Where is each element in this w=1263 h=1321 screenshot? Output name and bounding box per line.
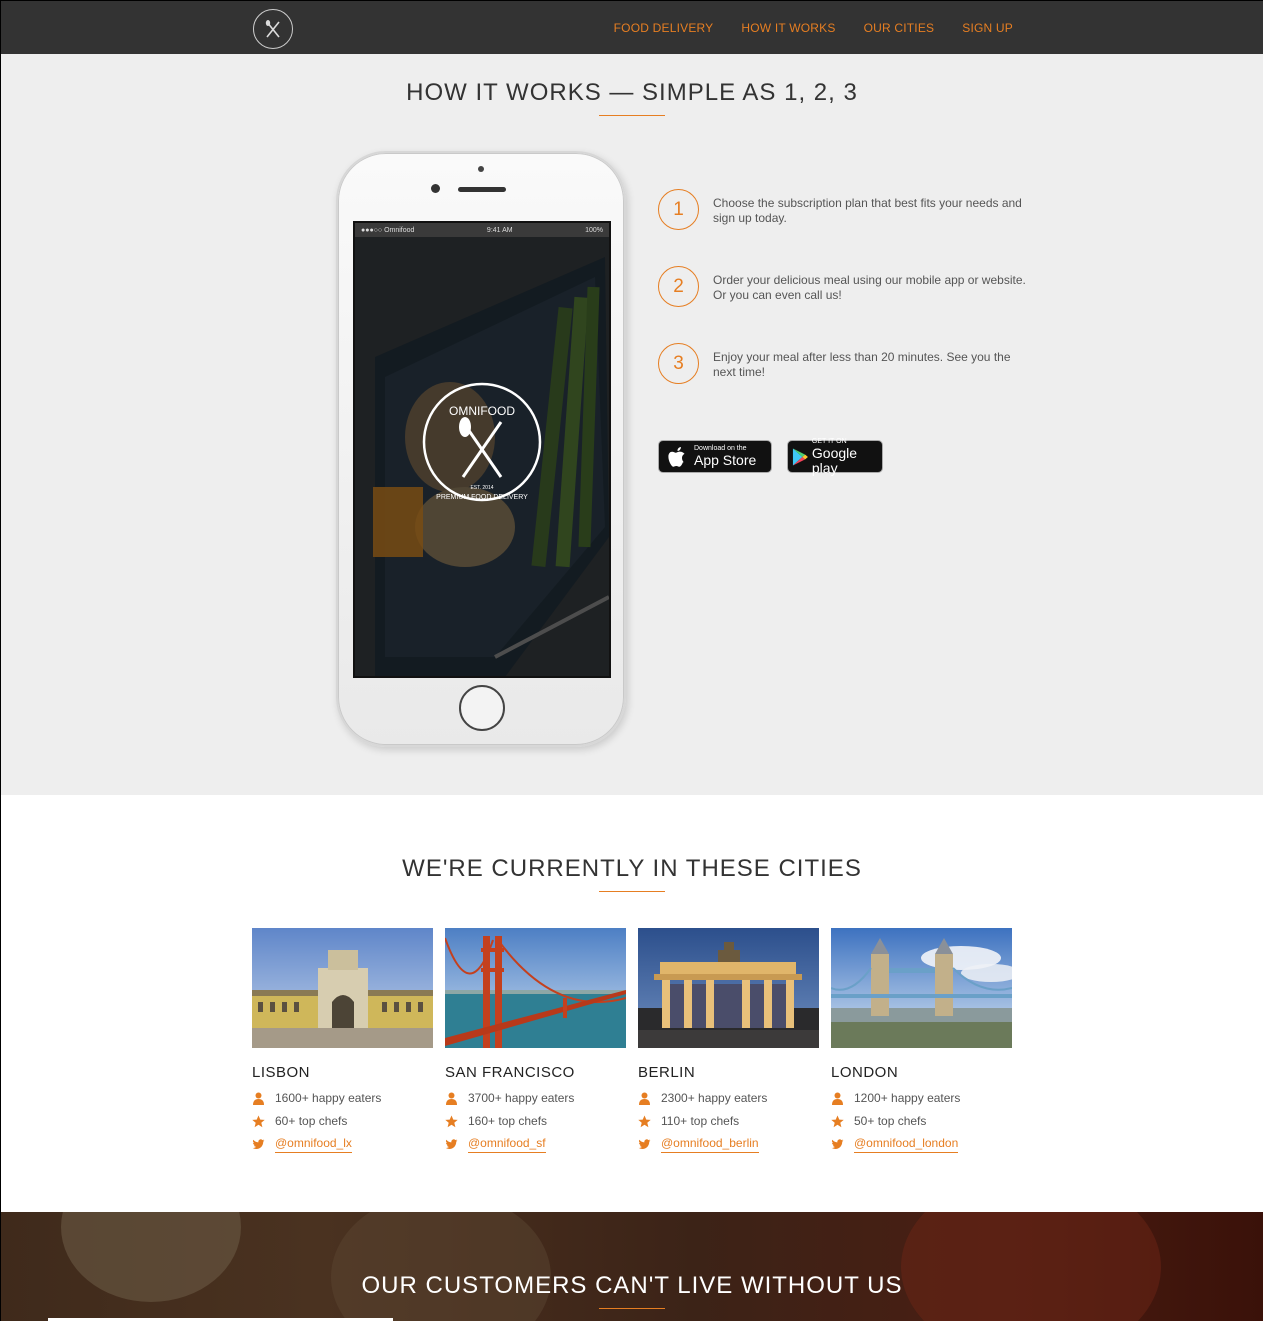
city-eaters: 2300+ happy eaters <box>638 1091 819 1105</box>
nav-link-sign-up[interactable]: SIGN UP <box>962 21 1013 35</box>
title-underline <box>599 115 665 116</box>
person-icon <box>639 1092 650 1105</box>
city-photo-berlin <box>638 928 819 1048</box>
city-eaters: 1200+ happy eaters <box>831 1091 1012 1105</box>
google-play-badge[interactable]: GET IT ON Google play <box>787 438 883 476</box>
splash-tagline-text: PREMIUM FOOD DELIVERY <box>436 494 528 501</box>
how-it-works-section: HOW IT WORKS — SIMPLE AS 1, 2, 3 ●●●○○ O… <box>0 54 1263 795</box>
step-text: Choose the subscription plan that best f… <box>713 196 1022 225</box>
step-number: 1 <box>658 189 699 230</box>
nav-links: FOOD DELIVERY HOW IT WORKS OUR CITIES SI… <box>614 21 1013 35</box>
chefs-text: 110+ top chefs <box>661 1114 740 1128</box>
step-text: Order your delicious meal using our mobi… <box>713 273 1026 302</box>
city-chefs: 110+ top chefs <box>638 1114 819 1128</box>
city-photo-san-francisco <box>445 928 626 1048</box>
title-underline <box>599 891 665 892</box>
person-icon <box>832 1092 843 1105</box>
twitter-icon <box>252 1138 265 1149</box>
star-icon <box>831 1115 844 1127</box>
twitter-link[interactable]: @omnifood_london <box>854 1136 959 1153</box>
phone-screen: ●●●○○ Omnifood 9:41 AM 100% OMNIFOOD EST… <box>353 221 611 678</box>
eaters-text: 1200+ happy eaters <box>854 1091 961 1105</box>
background-texture <box>901 1212 1161 1321</box>
star-icon <box>638 1115 651 1127</box>
city-card-san-francisco: SAN FRANCISCO 3700+ happy eaters 160+ to… <box>445 928 626 1153</box>
chefs-text: 50+ top chefs <box>854 1114 927 1128</box>
cities-section: WE'RE CURRENTLY IN THESE CITIES LISBON 1… <box>0 795 1263 1212</box>
google-play-icon <box>792 448 808 465</box>
twitter-icon <box>831 1138 844 1149</box>
city-eaters: 1600+ happy eaters <box>252 1091 433 1105</box>
background-texture <box>331 1212 551 1321</box>
star-icon <box>445 1115 458 1127</box>
city-twitter: @omnifood_london <box>831 1136 1012 1153</box>
person-icon <box>253 1092 264 1105</box>
phone-front-camera <box>431 184 440 193</box>
city-name: BERLIN <box>638 1064 696 1081</box>
title-underline <box>599 1308 665 1309</box>
star-icon <box>252 1115 265 1127</box>
app-splash-image: OMNIFOOD EST. 2014 PREMIUM FOOD DELIVERY <box>355 237 609 676</box>
twitter-link[interactable]: @omnifood_lx <box>275 1136 352 1153</box>
appstore-big-text: App Store <box>694 452 757 468</box>
cities-title: WE'RE CURRENTLY IN THESE CITIES <box>402 855 862 882</box>
phone-speaker <box>458 187 506 192</box>
city-eaters: 3700+ happy eaters <box>445 1091 626 1105</box>
city-card-lisbon: LISBON 1600+ happy eaters 60+ top chefs … <box>252 928 433 1153</box>
splash-brand-text: OMNIFOOD <box>449 404 515 418</box>
status-battery: 100% <box>585 226 603 234</box>
eaters-text: 2300+ happy eaters <box>661 1091 768 1105</box>
city-chefs: 160+ top chefs <box>445 1114 626 1128</box>
testimonials-section: OUR CUSTOMERS CAN'T LIVE WITHOUT US <box>0 1212 1263 1321</box>
step-text: Enjoy your meal after less than 20 minut… <box>713 350 1011 379</box>
city-photo-lisbon <box>252 928 433 1048</box>
apple-icon <box>668 446 685 467</box>
city-twitter: @omnifood_berlin <box>638 1136 819 1153</box>
phone-camera-dot <box>478 166 484 172</box>
status-time: 9:41 AM <box>486 226 513 234</box>
nav-link-our-cities[interactable]: OUR CITIES <box>864 21 935 35</box>
twitter-link[interactable]: @omnifood_berlin <box>661 1136 759 1153</box>
person-icon <box>446 1092 457 1105</box>
gplay-big-text: Google play <box>811 444 858 476</box>
eaters-text: 3700+ happy eaters <box>468 1091 575 1105</box>
phone-home-button <box>459 685 505 731</box>
nav-link-food-delivery[interactable]: FOOD DELIVERY <box>614 21 714 35</box>
status-carrier: ●●●○○ Omnifood <box>361 226 415 234</box>
phone-status-bar: ●●●○○ Omnifood 9:41 AM 100% <box>355 223 609 237</box>
city-twitter: @omnifood_sf <box>445 1136 626 1153</box>
step-number: 2 <box>658 266 699 307</box>
eaters-text: 1600+ happy eaters <box>275 1091 382 1105</box>
chefs-text: 160+ top chefs <box>468 1114 548 1128</box>
city-name: LONDON <box>831 1064 899 1081</box>
top-navigation: FOOD DELIVERY HOW IT WORKS OUR CITIES SI… <box>0 0 1263 54</box>
twitter-icon <box>638 1138 651 1149</box>
city-card-london: LONDON 1200+ happy eaters 50+ top chefs … <box>831 928 1012 1153</box>
city-name: SAN FRANCISCO <box>445 1064 575 1081</box>
city-name: LISBON <box>252 1064 311 1081</box>
twitter-link[interactable]: @omnifood_sf <box>468 1136 546 1153</box>
app-store-badge[interactable]: Download on the App Store <box>658 440 772 473</box>
omnifood-logo-icon[interactable] <box>253 9 293 49</box>
nav-link-how-it-works[interactable]: HOW IT WORKS <box>741 21 835 35</box>
city-chefs: 50+ top chefs <box>831 1114 1012 1128</box>
city-chefs: 60+ top chefs <box>252 1114 433 1128</box>
splash-est-text: EST. 2014 <box>470 485 493 491</box>
phone-mockup: ●●●○○ Omnifood 9:41 AM 100% OMNIFOOD EST… <box>336 151 626 747</box>
twitter-icon <box>445 1138 458 1149</box>
city-photo-london <box>831 928 1012 1048</box>
city-twitter: @omnifood_lx <box>252 1136 433 1153</box>
testimonials-title: OUR CUSTOMERS CAN'T LIVE WITHOUT US <box>361 1272 903 1299</box>
how-it-works-title: HOW IT WORKS — SIMPLE AS 1, 2, 3 <box>406 79 858 106</box>
step-number: 3 <box>658 343 699 384</box>
chefs-text: 60+ top chefs <box>275 1114 348 1128</box>
city-card-berlin: BERLIN 2300+ happy eaters 110+ top chefs… <box>638 928 819 1153</box>
